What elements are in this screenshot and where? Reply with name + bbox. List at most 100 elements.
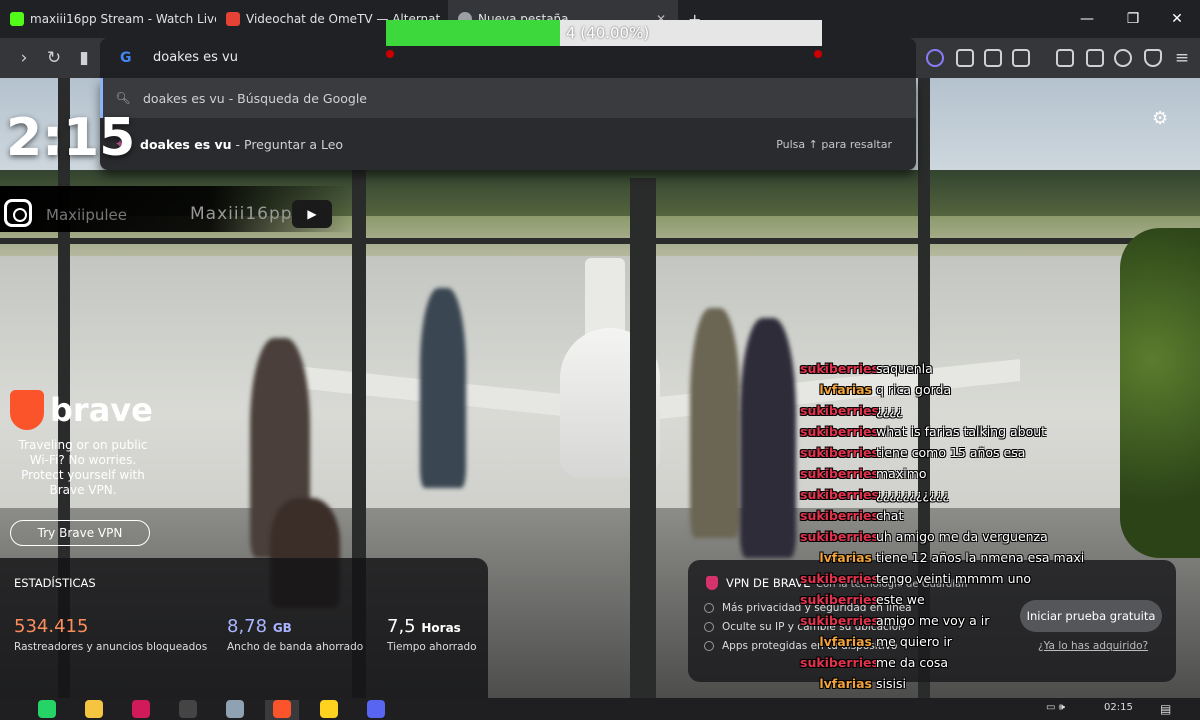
chat-text: amigo me voy a ir <box>875 613 990 628</box>
windows-taskbar: ▭ 🕪︎ 02:15 ▤ <box>0 698 1200 720</box>
stat-trackers: 534.415 Rastreadores y anuncios bloquead… <box>14 616 207 653</box>
capcut-icon[interactable] <box>124 700 158 720</box>
address-input[interactable]: doakes es vu <box>153 50 238 65</box>
document-icon-glyph <box>226 700 244 718</box>
kick-icon <box>10 12 24 26</box>
puzzle-icon[interactable] <box>984 49 1002 67</box>
reload-icon[interactable]: ↻ <box>42 46 66 70</box>
leo-icon[interactable] <box>926 49 944 67</box>
stat-label: Ancho de banda ahorrado <box>227 641 364 653</box>
omnibox-suggestions: 🔍︎ doakes es vu - Búsqueda de Google ✦ d… <box>100 78 916 170</box>
taskbar-clock: 02:15 <box>1104 702 1133 713</box>
stat-label: Tiempo ahorrado <box>387 641 477 653</box>
window-frame <box>0 238 1200 244</box>
suggestion-ask-leo[interactable]: ✦ doakes es vu - Preguntar a Leo Pulsa ↑… <box>100 124 916 164</box>
duck-icon-glyph <box>320 700 338 718</box>
discord-icon-glyph <box>367 700 385 718</box>
check-icon <box>704 622 714 632</box>
chat-username: sukiberries <box>800 445 879 460</box>
youtube-icon: ▶ <box>292 200 332 228</box>
chat-message: sukiberries ¿¿¿¿¿¿¿¿¿¿¿ <box>800 484 1100 505</box>
brave-logo: brave <box>10 390 180 430</box>
obs-icon[interactable] <box>171 700 205 720</box>
stat-value: 8,78 GB <box>227 616 292 637</box>
chat-text: q rica gorda <box>875 382 952 397</box>
vpn-shield-icon <box>706 576 718 590</box>
forward-icon[interactable]: › <box>12 46 36 70</box>
chat-text: what is farias talking about <box>875 424 1047 439</box>
suggestion-google-search[interactable]: 🔍︎ doakes es vu - Búsqueda de Google <box>100 78 916 118</box>
chat-message: sukiberries ¿¿¿¿ <box>800 400 1100 421</box>
progress-bar: 4 (40.00%) <box>386 20 822 46</box>
vpn-shield-icon[interactable] <box>1144 49 1162 67</box>
plant <box>1120 228 1200 558</box>
file-explorer-icon[interactable] <box>77 700 111 720</box>
menu-icon[interactable]: ≡ <box>1170 46 1194 70</box>
chat-message: lvfarias sisisi <box>800 673 1100 694</box>
person-silhouette <box>740 318 796 558</box>
extension-icon[interactable] <box>956 49 974 67</box>
document-icon[interactable] <box>218 700 252 720</box>
chat-text: tiene 12 años la nmena esa maxi <box>875 550 1085 565</box>
notification-icon[interactable]: ▤ <box>1160 702 1171 716</box>
chat-message: sukiberries amigo me voy a ir <box>800 610 1100 631</box>
check-icon <box>704 603 714 613</box>
chat-text: tiene como 15 años esa <box>875 445 1026 460</box>
screenshot-icon[interactable] <box>1012 49 1030 67</box>
person-silhouette <box>420 288 466 488</box>
stats-title: ESTADÍSTICAS <box>14 576 96 590</box>
chat-username: sukiberries <box>800 613 879 628</box>
stats-widget: ESTADÍSTICAS 534.415 Rastreadores y anun… <box>0 558 488 698</box>
google-icon: G <box>120 50 132 66</box>
chat-text: chat <box>875 508 904 523</box>
discord-icon[interactable] <box>359 700 393 720</box>
chat-username: sukiberries <box>800 487 879 502</box>
chat-username: lvfarias <box>819 676 872 691</box>
vpn-title: VPN DE BRAVE <box>726 576 811 590</box>
chat-username: sukiberries <box>800 592 879 607</box>
bookmark-icon[interactable]: ▮ <box>72 46 96 70</box>
stat-label: Rastreadores y anuncios bloqueados <box>14 641 208 653</box>
minimize-button[interactable]: — <box>1064 0 1110 38</box>
sidebar-icon[interactable] <box>1056 49 1074 67</box>
gear-icon[interactable]: ⚙ <box>1152 108 1168 129</box>
brave-icon[interactable] <box>265 700 299 720</box>
progress-text: 4 (40.00%) <box>566 24 650 42</box>
chat-message: sukiberries saquenla <box>800 358 1100 379</box>
close-window-button[interactable]: ✕ <box>1154 0 1200 38</box>
file-explorer-icon-glyph <box>85 700 103 718</box>
progress-marker <box>814 50 822 58</box>
stream-chat-overlay: sukiberries saquenla lvfarias q rica gord… <box>800 358 1100 715</box>
chat-message: lvfarias me quiero ir <box>800 631 1100 652</box>
maximize-button[interactable]: ❐ <box>1110 0 1156 38</box>
try-brave-vpn-button[interactable]: Try Brave VPN <box>10 520 150 546</box>
chat-message: sukiberries chat <box>800 505 1100 526</box>
chat-text: tengo veinti mmmm uno <box>875 571 1032 586</box>
brave-vpn-promo: brave Traveling or on public Wi-Fi? No w… <box>10 390 180 546</box>
stat-value: 534.415 <box>14 616 89 637</box>
stat-time: 7,5 Horas Tiempo ahorrado <box>387 616 477 653</box>
brave-wordmark: brave <box>50 391 153 429</box>
search-icon: 🔍︎ <box>115 91 131 105</box>
progress-marker <box>386 50 394 58</box>
whatsapp-icon[interactable] <box>30 700 64 720</box>
vpn-header: VPN DE BRAVE <box>706 576 811 590</box>
tab-kick-stream[interactable]: maxiii16pp Stream - Watch Live on K <box>0 0 216 38</box>
wallet-icon[interactable] <box>1086 49 1104 67</box>
chat-text: me quiero ir <box>875 634 952 649</box>
chat-username: sukiberries <box>800 655 879 670</box>
suggestion-hint: Pulsa ↑ para resaltar <box>776 137 892 151</box>
chat-username: sukiberries <box>800 424 879 439</box>
chat-text: ¿¿¿¿ <box>875 403 903 418</box>
obs-icon-glyph <box>179 700 197 718</box>
chat-username: sukiberries <box>800 508 879 523</box>
brave-icon-glyph <box>273 700 291 718</box>
chat-text: uh amigo me da verguenza <box>875 529 1048 544</box>
stat-bandwidth: 8,78 GB Ancho de banda ahorrado <box>227 616 363 653</box>
leo-ai-icon[interactable] <box>1114 49 1132 67</box>
chat-text: me da cosa <box>875 655 949 670</box>
duck-icon[interactable] <box>312 700 346 720</box>
chat-username: sukiberries <box>800 466 879 481</box>
chat-username: lvfarias <box>819 634 872 649</box>
brave-lion-icon <box>10 390 44 430</box>
